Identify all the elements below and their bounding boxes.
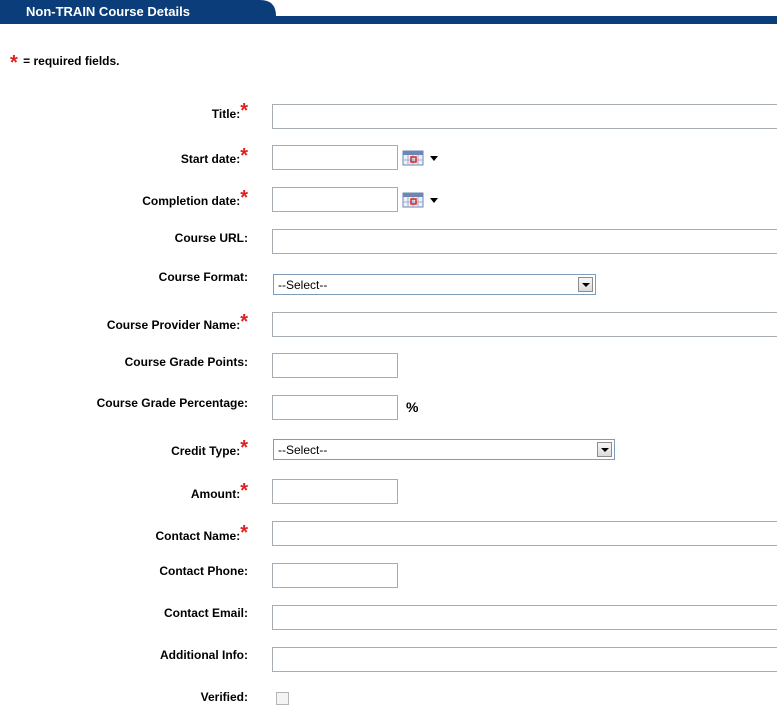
course-grade-percentage-input[interactable] xyxy=(272,395,398,420)
calendar-icon[interactable] xyxy=(402,149,442,167)
title-label: Title:* xyxy=(211,100,248,122)
section-header: Non-TRAIN Course Details xyxy=(0,0,777,24)
required-note-text: = required fields. xyxy=(23,54,120,68)
verified-label: Verified: xyxy=(200,690,248,704)
title-input[interactable] xyxy=(272,104,777,129)
course-format-label: Course Format: xyxy=(158,270,248,284)
course-grade-percentage-label: Course Grade Percentage: xyxy=(96,396,248,410)
required-star-icon: * xyxy=(240,437,248,459)
contact-phone-label: Contact Phone: xyxy=(159,564,248,578)
chevron-down-icon xyxy=(430,198,438,203)
start-date-input[interactable] xyxy=(272,145,398,170)
start-date-label: Start date:* xyxy=(180,145,248,167)
required-star-icon: * xyxy=(240,311,248,333)
required-star-icon: * xyxy=(240,145,248,167)
credit-type-select[interactable]: --Select-- xyxy=(273,439,615,460)
credit-type-label: Credit Type:* xyxy=(171,437,248,459)
section-title: Non-TRAIN Course Details xyxy=(26,4,190,19)
amount-input[interactable] xyxy=(272,479,398,504)
completion-date-input[interactable] xyxy=(272,187,398,212)
course-grade-points-input[interactable] xyxy=(272,353,398,378)
course-format-select[interactable]: --Select-- xyxy=(273,274,596,295)
chevron-down-icon xyxy=(430,156,438,161)
verified-checkbox[interactable] xyxy=(276,692,289,705)
course-provider-name-input[interactable] xyxy=(272,312,777,337)
required-star-icon: * xyxy=(240,480,248,502)
required-star-icon: * xyxy=(10,52,18,74)
contact-phone-input[interactable] xyxy=(272,563,398,588)
contact-name-label: Contact Name:* xyxy=(155,522,248,544)
percent-suffix: % xyxy=(406,399,419,415)
chevron-down-icon[interactable] xyxy=(597,442,612,457)
chevron-down-icon[interactable] xyxy=(578,277,593,292)
additional-info-label: Additional Info: xyxy=(160,648,248,662)
course-url-label: Course URL: xyxy=(174,231,248,245)
course-url-input[interactable] xyxy=(272,229,777,254)
contact-email-label: Contact Email: xyxy=(163,606,248,620)
required-star-icon: * xyxy=(240,100,248,122)
course-provider-name-label: Course Provider Name:* xyxy=(106,311,248,333)
credit-type-selected: --Select-- xyxy=(278,443,328,457)
completion-date-label: Completion date:* xyxy=(142,187,248,209)
contact-name-input[interactable] xyxy=(272,521,777,546)
required-note: * = required fields. xyxy=(10,53,120,73)
required-star-icon: * xyxy=(240,187,248,209)
required-star-icon: * xyxy=(240,522,248,544)
contact-email-input[interactable] xyxy=(272,605,777,630)
calendar-icon[interactable] xyxy=(402,191,442,209)
course-grade-points-label: Course Grade Points: xyxy=(124,355,248,369)
course-format-selected: --Select-- xyxy=(278,278,328,292)
additional-info-input[interactable] xyxy=(272,647,777,672)
amount-label: Amount:* xyxy=(190,480,248,502)
